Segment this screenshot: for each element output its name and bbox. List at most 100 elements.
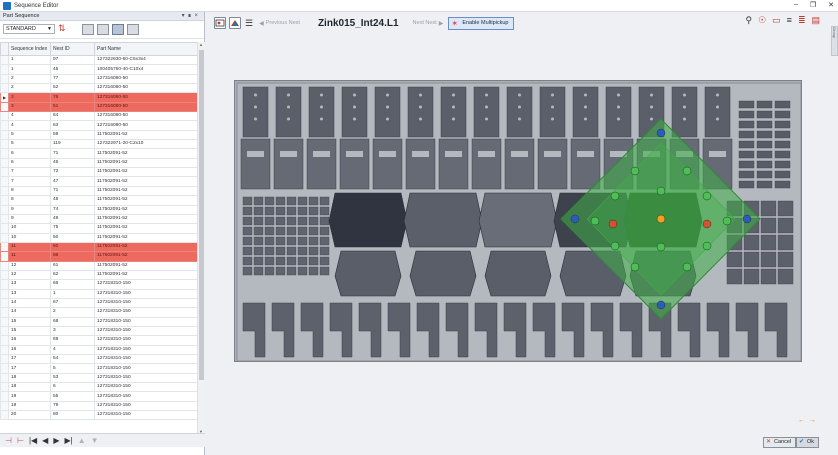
sequence-view-icon[interactable] [229, 17, 241, 29]
display-mode-icon[interactable]: ▭ [772, 15, 781, 26]
table-row[interactable]: 13 66 127318310-150 [0, 279, 198, 290]
target-icon[interactable]: ☉ [758, 15, 766, 26]
row-indicator [0, 288, 9, 299]
small-part [774, 170, 791, 179]
arrow-left-icon[interactable]: ← [798, 417, 809, 424]
export-icon[interactable]: ▤ [811, 15, 820, 26]
close-icon[interactable]: ✕ [828, 1, 834, 9]
previous-icon[interactable]: ◀ [42, 436, 48, 445]
small-part [264, 216, 275, 226]
table-row[interactable]: 1 97 127322930-60-C5x3x4 [0, 54, 198, 66]
table-row[interactable]: 6 71 117502091-52 [0, 148, 198, 159]
table-row[interactable]: 10 75 117502091-52 [0, 223, 198, 234]
cell-nest-id: 64 [50, 111, 95, 122]
table-row[interactable]: 18 6 127318310-150 [0, 382, 198, 393]
table-row[interactable]: 19 55 127318310-150 [0, 391, 198, 402]
table-row[interactable]: 9 49 117502091-52 [0, 213, 198, 225]
large-part [403, 192, 483, 248]
table-row[interactable]: 17 54 127318310-150 [0, 353, 198, 365]
previous-nest-button[interactable]: Previous Nest [266, 20, 300, 26]
insert-after-icon[interactable]: ⊢ [17, 436, 24, 445]
view-button-1[interactable] [82, 24, 94, 35]
arrow-right-icon[interactable]: → [809, 417, 820, 424]
maximize-icon[interactable]: ❐ [810, 1, 816, 9]
table-row[interactable]: 16 4 127318310-150 [0, 344, 198, 356]
table-row[interactable]: 12 61 117502091-52 [0, 260, 198, 271]
table-row[interactable]: 2 77 127316080-50 [0, 73, 198, 85]
column-header-part-name[interactable]: Part Name [94, 42, 198, 56]
table-row[interactable]: 18 53 127318310-150 [0, 372, 198, 384]
table-row[interactable]: ▶ 3 76 127316080-50 [0, 92, 198, 103]
table-row[interactable]: 15 68 127318310-150 [0, 316, 198, 327]
view-button-3[interactable] [112, 24, 124, 35]
table-row[interactable]: 1 45 100405760-40-C10x4 [0, 64, 198, 75]
table-row[interactable]: 2 52 127316080-50 [0, 83, 198, 94]
table-row[interactable]: 14 67 127318310-150 [0, 297, 198, 309]
cutout [313, 151, 330, 157]
first-icon[interactable]: |◀ [29, 436, 37, 445]
table-row[interactable]: 11 86 117502091-52 [0, 251, 198, 262]
table-row[interactable]: 3 51 127316080-50 [0, 101, 198, 113]
table-row[interactable]: 14 2 127318310-150 [0, 307, 198, 318]
scroll-thumb[interactable] [199, 50, 204, 380]
cell-nest-id: 53 [50, 372, 95, 384]
small-part [297, 196, 308, 206]
scroll-up-icon[interactable]: ▲ [199, 42, 203, 47]
enable-multipickup-button[interactable]: ✶ Enable Multipickup [448, 16, 514, 30]
nest-view-icon[interactable] [214, 17, 226, 29]
side-group-tab[interactable]: Group [831, 26, 838, 56]
sort-arrows-icon[interactable]: ⇅ [58, 23, 66, 34]
table-row[interactable]: 5 119 127322971-20-C2x10 [0, 139, 198, 150]
column-header-sequence-index[interactable]: Sequence Index [8, 42, 51, 56]
table-row[interactable]: 4 63 127316080-50 [0, 120, 198, 131]
settings-list-icon[interactable]: ≣ [798, 15, 806, 26]
hole [716, 117, 719, 121]
small-part [253, 216, 264, 226]
table-row[interactable]: 7 47 117502091-52 [0, 176, 198, 187]
zoom-icon[interactable]: ⚲ [745, 15, 752, 26]
table-row[interactable]: 19 79 127318310-150 [0, 400, 198, 412]
move-down-icon[interactable]: ▼ [91, 436, 99, 445]
last-icon[interactable]: ▶| [64, 436, 72, 445]
next-nest-button[interactable]: Next Nest [413, 20, 437, 26]
table-row[interactable]: 15 3 127318310-150 [0, 325, 198, 337]
column-header-nest-id[interactable]: Nest ID [50, 42, 95, 56]
table-row[interactable]: 13 1 127318310-150 [0, 288, 198, 299]
table-row[interactable]: 12 62 117502091-52 [0, 269, 198, 281]
view-button-2[interactable] [97, 24, 109, 35]
list-icon[interactable]: ☰ [245, 18, 253, 29]
table-row[interactable]: 11 60 117502091-52 [0, 241, 198, 253]
next-icon[interactable]: ▶ [53, 436, 59, 445]
strategy-select[interactable]: STANDARD ▼ [3, 24, 55, 34]
table-row[interactable]: 6 46 117502091-52 [0, 157, 198, 169]
table-row[interactable]: 5 59 117502091-52 [0, 129, 198, 141]
table-row[interactable]: 9 74 117502091-52 [0, 204, 198, 215]
move-up-icon[interactable]: ▲ [78, 436, 86, 445]
table-scrollbar[interactable]: ▲ ▼ [197, 42, 205, 434]
cell-part-name: 127318310-150 [94, 363, 198, 374]
small-part [319, 236, 330, 246]
panel-close-icon[interactable]: × [194, 13, 201, 19]
insert-before-icon[interactable]: ⊣ [5, 436, 12, 445]
table-row[interactable]: 8 71 117502091-52 [0, 185, 198, 197]
next-nest-icon[interactable]: ▶ [439, 20, 444, 27]
cancel-button[interactable]: ✕ Cancel [763, 437, 797, 448]
table-row[interactable]: 20 80 127318310-150 [0, 410, 198, 421]
hole [683, 105, 686, 109]
nest-canvas[interactable] [234, 80, 802, 362]
view-button-4[interactable] [127, 24, 139, 35]
table-row[interactable]: 4 64 127316080-50 [0, 111, 198, 122]
table-row[interactable]: 8 48 117502091-52 [0, 195, 198, 206]
cell-part-name: 127322930-60-C5x3x4 [94, 54, 198, 66]
row-indicator [0, 129, 9, 141]
table-row[interactable]: 16 69 127318310-150 [0, 335, 198, 346]
minimize-icon[interactable]: – [794, 1, 798, 9]
ok-button[interactable]: ✔ Ok [796, 437, 820, 448]
table-row[interactable]: 7 72 117502091-52 [0, 167, 198, 178]
row-indicator [0, 185, 9, 197]
filter-list-icon[interactable]: ≡ [787, 15, 792, 26]
previous-nest-icon[interactable]: ◀ [259, 20, 264, 27]
table-row[interactable]: 10 50 117502091-52 [0, 232, 198, 243]
cutout [544, 151, 561, 157]
table-row[interactable]: 17 5 127318310-150 [0, 363, 198, 374]
